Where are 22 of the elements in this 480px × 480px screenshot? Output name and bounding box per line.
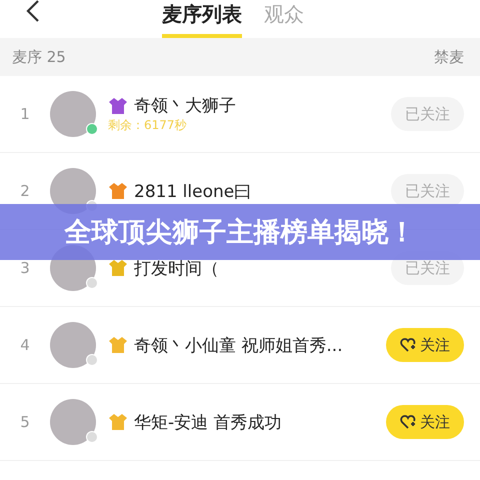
rank-number: 2 xyxy=(19,182,31,200)
rank-number: 4 xyxy=(19,336,31,354)
heart-plus-icon xyxy=(400,337,416,353)
tab[interactable]: 麦序列表 xyxy=(162,0,242,38)
followed-button[interactable]: 已关注 xyxy=(391,97,464,131)
heart-plus-icon xyxy=(400,414,416,430)
user-name: 华矩-安迪 首秀成功 xyxy=(134,412,282,434)
queue-count: 麦序 25 xyxy=(12,48,66,66)
follow-button[interactable]: 关注 xyxy=(386,405,464,439)
rank-number: 5 xyxy=(19,413,31,431)
rank-number: 3 xyxy=(19,259,31,277)
follow-button[interactable]: 关注 xyxy=(386,328,464,362)
user-name: 2811 lleone曰 xyxy=(134,180,252,202)
rank-number: 1 xyxy=(19,105,31,123)
mute-label[interactable]: 禁麦 xyxy=(434,48,464,66)
user-name: 奇领丶小仙童 祝师姐首秀... xyxy=(134,334,343,356)
remaining-time: 剩余：6177秒 xyxy=(108,117,188,134)
back-icon[interactable] xyxy=(26,0,40,22)
user-name: 打发时间（ xyxy=(134,258,219,280)
headline-overlay: 全球顶尖狮子主播榜单揭晓！ xyxy=(0,204,480,260)
user-name: 奇领丶大狮子 xyxy=(134,95,236,117)
tab[interactable]: 观众 xyxy=(264,0,304,38)
